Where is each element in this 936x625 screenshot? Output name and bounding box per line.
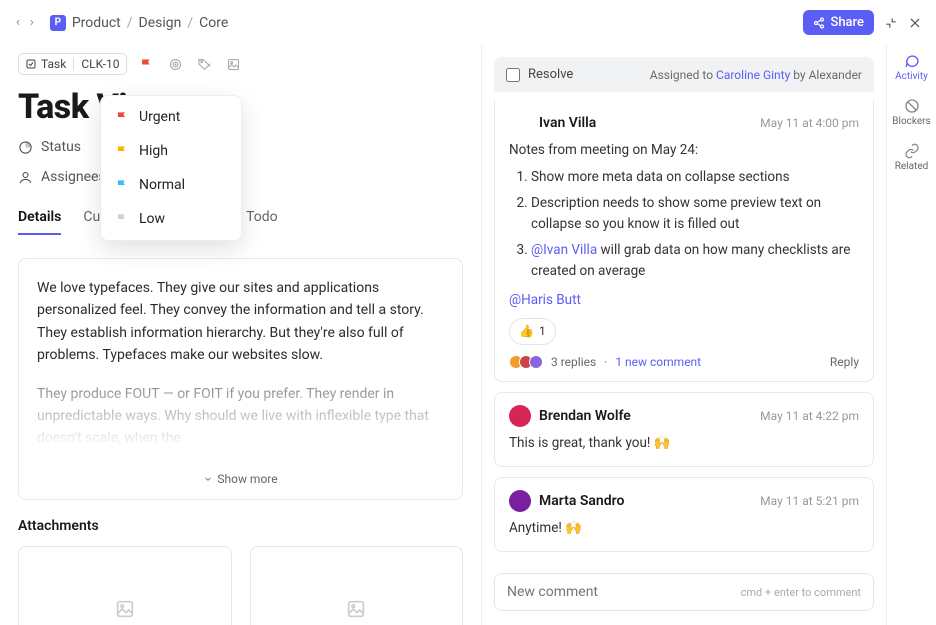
resolve-label: Resolve <box>528 67 573 82</box>
comment-composer[interactable]: cmd + enter to comment <box>494 573 874 611</box>
priority-label: Low <box>139 211 165 227</box>
list-item: Show more meta data on collapse sections <box>531 167 859 188</box>
project-icon: P <box>50 15 66 31</box>
flag-icon <box>115 178 129 192</box>
crumb-sep: / <box>187 15 193 31</box>
rail-blockers[interactable]: Blockers <box>892 98 930 127</box>
reaction-button[interactable]: 👍 1 <box>509 318 556 345</box>
show-more-button[interactable]: Show more <box>37 466 444 489</box>
priority-dropdown: Urgent High Normal Low <box>100 95 242 241</box>
tag-icon[interactable] <box>197 57 212 72</box>
description-card: We love typefaces. They give our sites a… <box>18 258 463 500</box>
task-label: Task <box>41 57 66 71</box>
priority-option-urgent[interactable]: Urgent <box>101 100 241 134</box>
list-item: @Ivan Villa will grab data on how many c… <box>531 240 859 282</box>
desc-p2: They produce FOUT — or FOIT if you prefe… <box>37 383 444 450</box>
tab-todo[interactable]: Todo <box>246 209 278 235</box>
comment-card: Brendan Wolfe May 11 at 4:22 pm This is … <box>494 392 874 467</box>
nav-back[interactable]: ‹ <box>14 13 22 32</box>
close-icon[interactable] <box>908 16 922 30</box>
resolve-bar: Resolve Assigned to Caroline Ginty by Al… <box>494 57 874 92</box>
comment-author: Brendan Wolfe <box>539 408 631 424</box>
rail-label: Related <box>895 161 929 172</box>
image-icon[interactable] <box>226 57 241 72</box>
rail-label: Blockers <box>892 116 930 127</box>
breadcrumb: P Product / Design / Core <box>50 15 229 31</box>
share-label: Share <box>830 15 864 30</box>
priority-option-high[interactable]: High <box>101 134 241 168</box>
attachment-slot[interactable] <box>250 546 464 625</box>
comment-time: May 11 at 4:00 pm <box>760 116 859 130</box>
tab-details[interactable]: Details <box>18 209 61 235</box>
reply-button[interactable]: Reply <box>830 355 859 369</box>
comment-input[interactable] <box>507 584 741 600</box>
flag-icon <box>115 144 129 158</box>
replies-count[interactable]: 3 replies <box>551 355 596 369</box>
priority-label: Normal <box>139 177 185 193</box>
resolve-checkbox[interactable] <box>506 68 520 82</box>
comment-intro: Notes from meeting on May 24: <box>509 140 859 161</box>
status-label: Status <box>41 139 81 155</box>
assignee-link[interactable]: Caroline Ginty <box>716 68 790 82</box>
reply-avatars <box>509 355 543 369</box>
comment-card: Ivan Villa May 11 at 4:00 pm Notes from … <box>494 100 874 382</box>
avatar <box>509 405 531 427</box>
mention[interactable]: @Haris Butt <box>509 292 581 308</box>
attachments-heading: Attachments <box>18 518 463 534</box>
comment-time: May 11 at 4:22 pm <box>760 409 859 423</box>
assignees-label: Assignees <box>41 169 106 185</box>
mention[interactable]: @Ivan Villa <box>531 242 597 258</box>
crumb-sep: / <box>127 15 133 31</box>
crumb-2[interactable]: Core <box>199 15 228 31</box>
priority-option-low[interactable]: Low <box>101 202 241 236</box>
attachment-slot[interactable] <box>18 546 232 625</box>
avatar <box>509 112 531 134</box>
comment-time: May 11 at 5:21 pm <box>760 494 859 508</box>
show-more-label: Show more <box>217 470 277 489</box>
priority-option-normal[interactable]: Normal <box>101 168 241 202</box>
task-badge[interactable]: Task CLK-10 <box>18 53 127 75</box>
rail-activity[interactable]: Activity <box>895 53 928 82</box>
crumb-1[interactable]: Design <box>139 15 182 31</box>
flag-icon <box>115 212 129 226</box>
avatar <box>509 490 531 512</box>
composer-hint: cmd + enter to comment <box>741 586 861 599</box>
reaction-count: 1 <box>539 322 546 341</box>
nav-forward[interactable]: › <box>28 13 36 32</box>
comment-text: Anytime! 🙌 <box>509 518 859 539</box>
task-id: CLK-10 <box>81 57 119 71</box>
collapse-icon[interactable] <box>884 16 898 30</box>
thumbs-up-icon: 👍 <box>519 322 534 341</box>
share-button[interactable]: Share <box>803 10 874 35</box>
new-comment-badge[interactable]: 1 new comment <box>615 355 701 369</box>
comment-author: Ivan Villa <box>539 115 596 131</box>
priority-label: Urgent <box>139 109 180 125</box>
assigned-text: Assigned to Caroline Ginty by Alexander <box>650 68 862 82</box>
comment-author: Marta Sandro <box>539 493 624 509</box>
priority-label: High <box>139 143 168 159</box>
crumb-0[interactable]: Product <box>72 15 121 31</box>
priority-flag-icon[interactable] <box>139 57 154 72</box>
target-icon[interactable] <box>168 57 183 72</box>
list-item: Description needs to show some preview t… <box>531 193 859 235</box>
rail-label: Activity <box>895 71 928 82</box>
desc-p1: We love typefaces. They give our sites a… <box>37 277 444 367</box>
comment-card: Marta Sandro May 11 at 5:21 pm Anytime! … <box>494 477 874 552</box>
rail-related[interactable]: Related <box>895 143 929 172</box>
flag-icon <box>115 110 129 124</box>
comment-text: This is great, thank you! 🙌 <box>509 433 859 454</box>
